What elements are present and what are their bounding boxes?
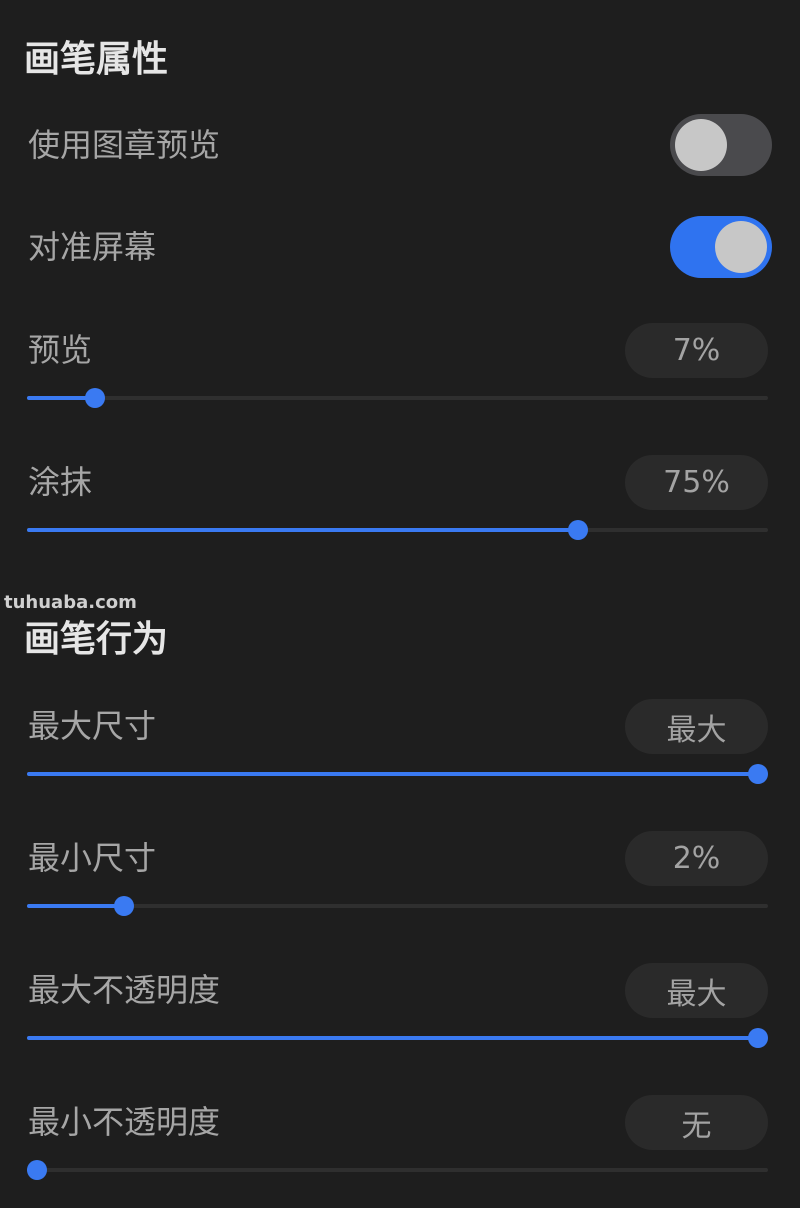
min-opacity-value-pill[interactable]: 无 xyxy=(625,1095,768,1150)
slider-thumb[interactable] xyxy=(748,1028,768,1048)
max-opacity-label: 最大不透明度 xyxy=(28,971,221,1009)
align-screen-label: 对准屏幕 xyxy=(28,228,157,266)
slider-track xyxy=(27,904,768,908)
stamp-preview-label: 使用图章预览 xyxy=(28,126,221,164)
max-size-label: 最大尺寸 xyxy=(28,707,157,745)
slider-track xyxy=(27,396,768,400)
watermark-text: tuhuaba.com xyxy=(4,592,137,613)
slider-thumb[interactable] xyxy=(113,896,134,916)
stamp-preview-toggle[interactable] xyxy=(670,114,772,176)
slider-thumb[interactable] xyxy=(748,764,768,784)
slider-fill xyxy=(27,528,578,532)
min-opacity-slider[interactable] xyxy=(27,1159,768,1181)
max-opacity-slider[interactable] xyxy=(27,1027,768,1049)
slider-thumb[interactable] xyxy=(27,1160,47,1180)
slider-fill xyxy=(27,772,758,776)
toggle-knob xyxy=(715,221,767,273)
toggle-knob xyxy=(675,119,727,171)
slider-track xyxy=(27,1168,768,1172)
max-opacity-value-pill[interactable]: 最大 xyxy=(625,963,768,1018)
slider-thumb[interactable] xyxy=(84,388,105,408)
max-size-slider[interactable] xyxy=(27,763,768,785)
min-size-label: 最小尺寸 xyxy=(28,839,157,877)
min-size-slider[interactable] xyxy=(27,895,768,917)
min-size-value-pill[interactable]: 2% xyxy=(625,831,768,886)
preview-slider[interactable] xyxy=(27,387,768,409)
slider-fill xyxy=(27,904,124,908)
slider-thumb[interactable] xyxy=(567,520,588,540)
brush-behavior-title: 画笔行为 xyxy=(24,619,169,660)
smudge-value-pill[interactable]: 75% xyxy=(625,455,768,510)
brush-properties-title: 画笔属性 xyxy=(24,39,169,80)
preview-label: 预览 xyxy=(28,331,93,369)
smudge-label: 涂抹 xyxy=(28,463,93,501)
slider-fill xyxy=(27,1036,758,1040)
align-screen-toggle[interactable] xyxy=(670,216,772,278)
smudge-slider[interactable] xyxy=(27,519,768,541)
preview-value-pill[interactable]: 7% xyxy=(625,323,768,378)
min-opacity-label: 最小不透明度 xyxy=(28,1103,221,1141)
max-size-value-pill[interactable]: 最大 xyxy=(625,699,768,754)
